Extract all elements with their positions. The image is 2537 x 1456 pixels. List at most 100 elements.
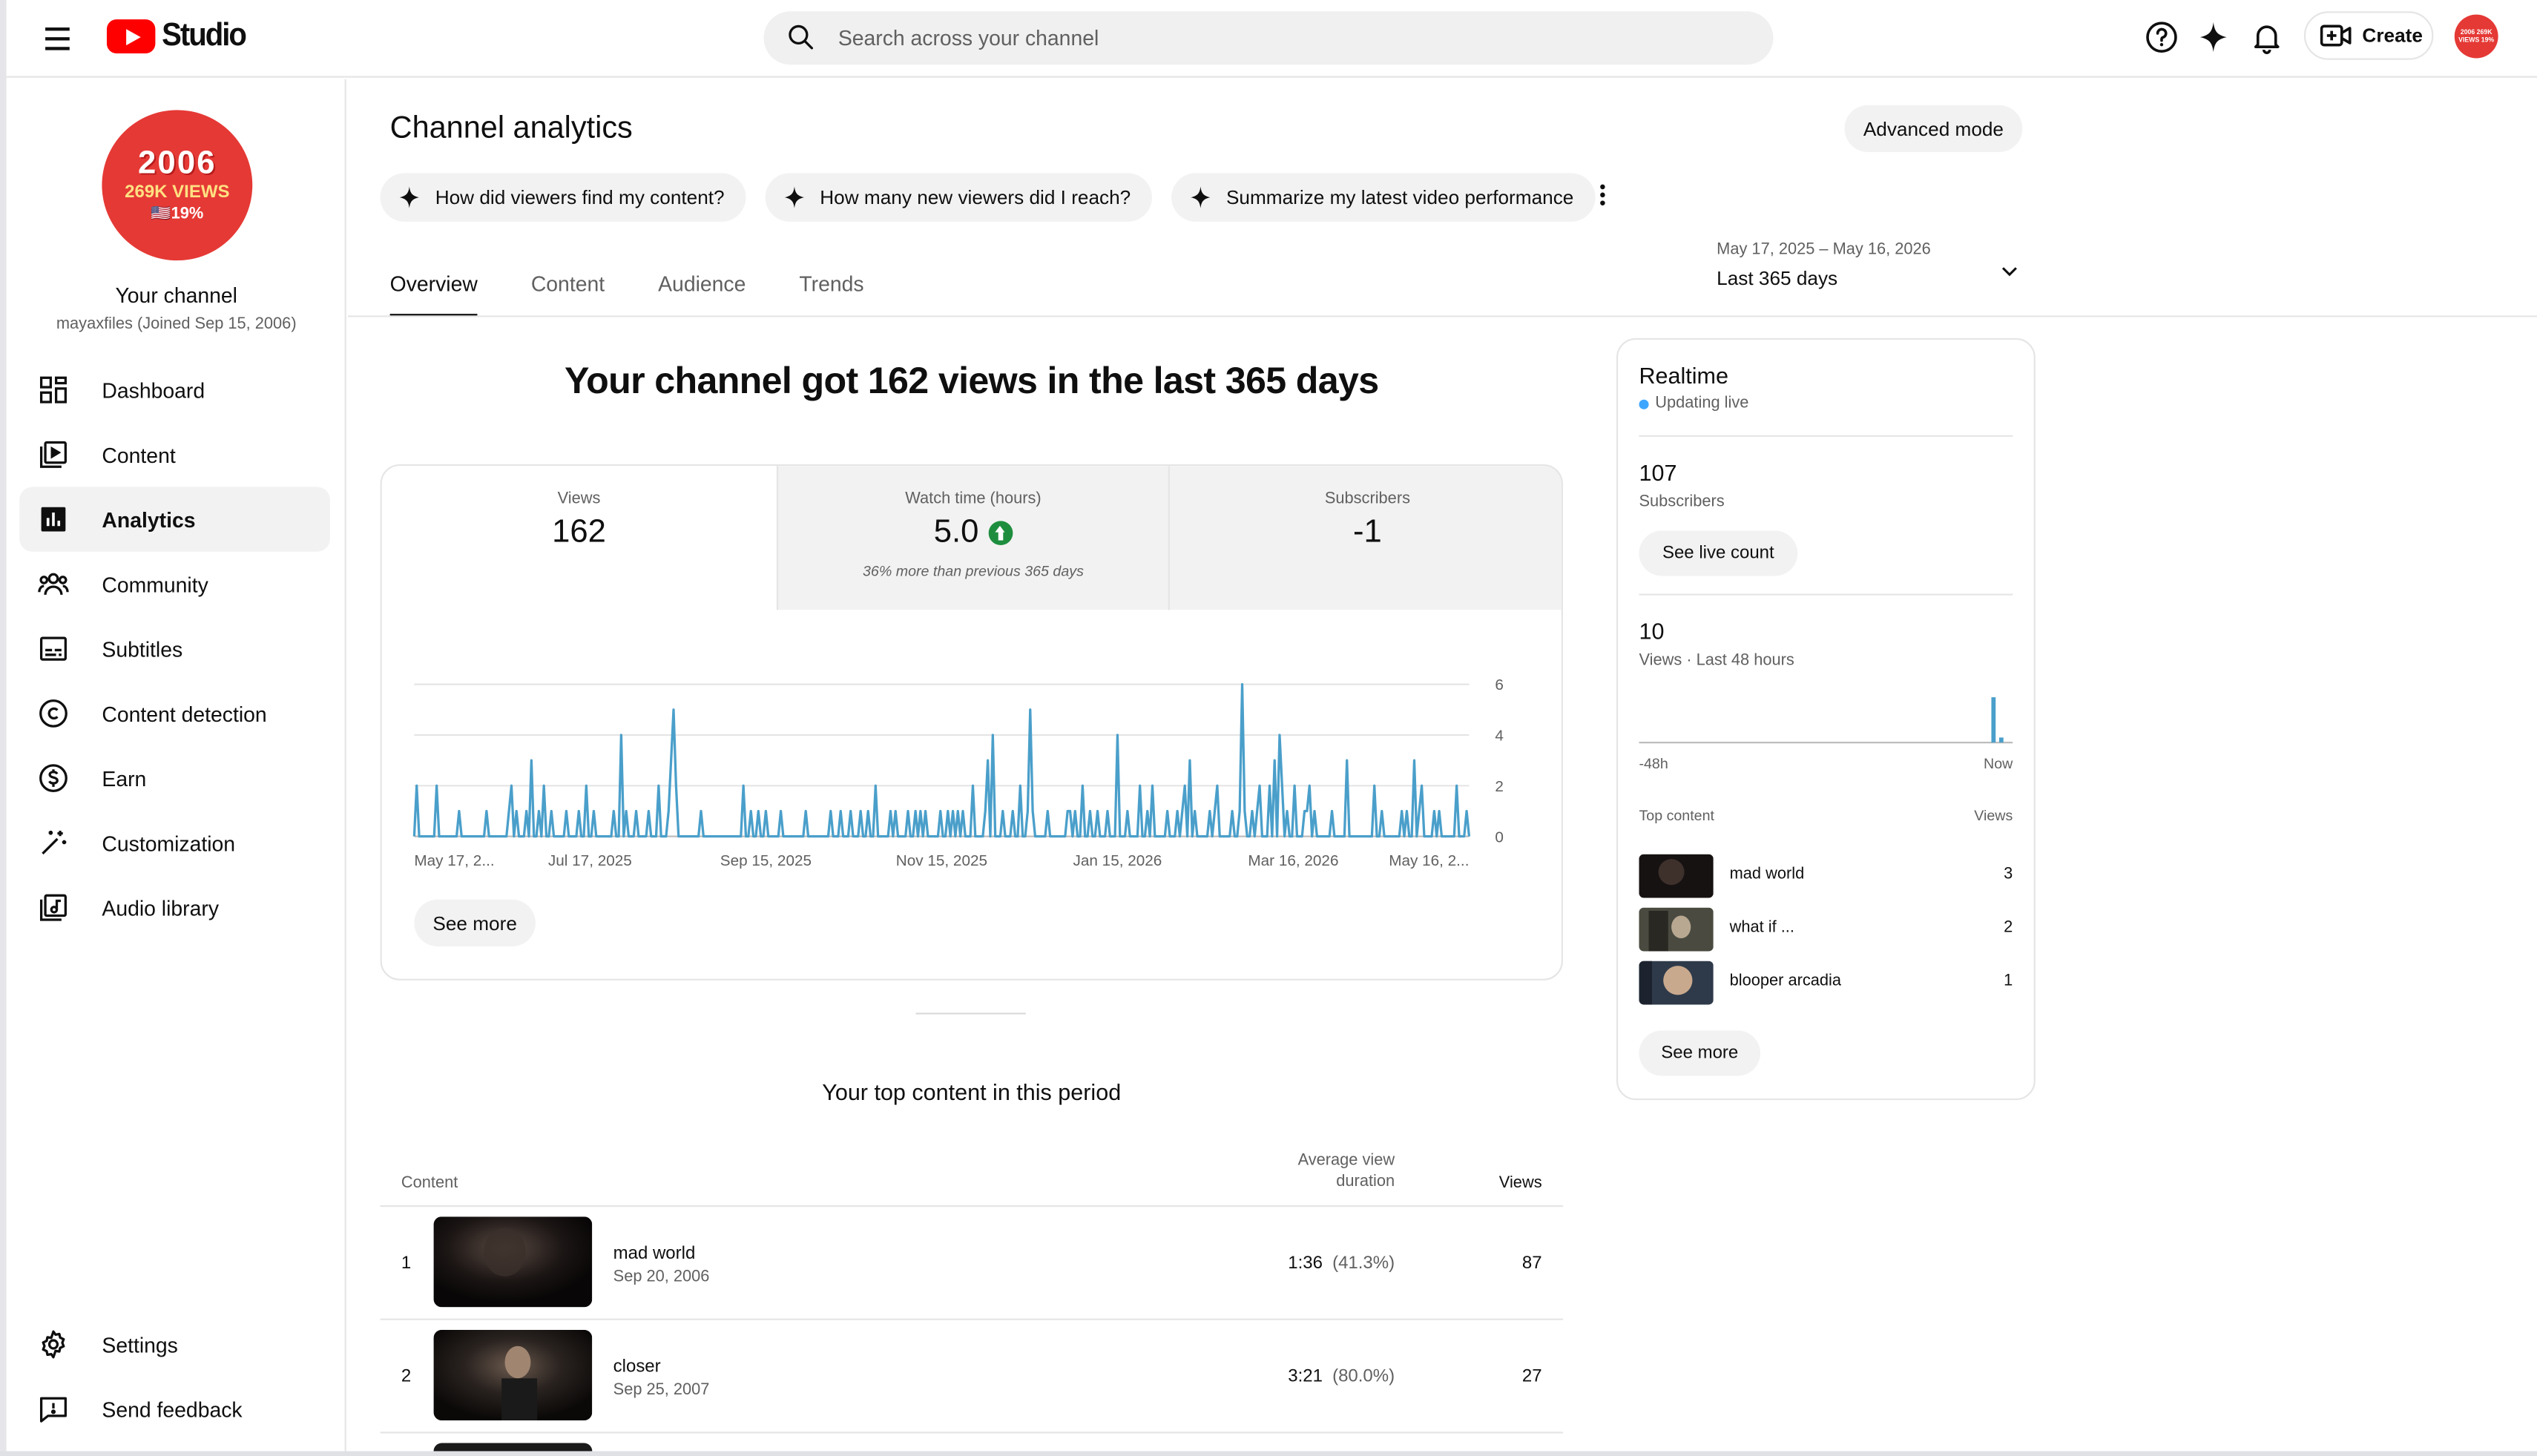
video-title: blooper arcadia — [1729, 972, 1841, 990]
create-label: Create — [2362, 24, 2423, 47]
search-input[interactable] — [838, 11, 1745, 65]
sidebar-item-content-detection[interactable]: Content detection — [19, 681, 330, 745]
metric-views[interactable]: Views 162 — [381, 466, 777, 610]
analytics-icon — [41, 507, 66, 532]
create-button[interactable]: Create — [2303, 11, 2434, 60]
sidebar-item-community[interactable]: Community — [19, 552, 330, 616]
see-live-count-button[interactable]: See live count — [1639, 530, 1798, 576]
sidebar-item-earn[interactable]: Earn — [19, 745, 330, 810]
views-header: Views — [1974, 807, 2013, 824]
video-date: Sep 25, 2007 — [613, 1381, 710, 1400]
realtime-content-item[interactable]: mad world 3 — [1639, 854, 2013, 898]
sidebar-item-dashboard[interactable]: Dashboard — [19, 358, 330, 422]
see-more-button[interactable]: See more — [414, 899, 536, 946]
sparkle-icon[interactable] — [2196, 19, 2231, 55]
create-video-icon — [2320, 24, 2352, 47]
metric-label: Subscribers — [1324, 490, 1411, 508]
chevron-down-icon — [2001, 267, 2017, 277]
realtime-content-item[interactable]: blooper arcadia 1 — [1639, 961, 2013, 1005]
chip-viewers-find[interactable]: How did viewers find my content? — [380, 173, 746, 222]
bell-icon[interactable] — [2249, 19, 2285, 55]
sidebar-item-content[interactable]: Content — [19, 422, 330, 487]
sparkle-icon — [399, 186, 419, 208]
table-row[interactable] — [381, 1433, 1563, 1456]
account-avatar[interactable]: 2006 269K VIEWS 19% — [2454, 14, 2498, 59]
avd-percent: (80.0%) — [1332, 1367, 1395, 1387]
video-title[interactable]: closer — [613, 1357, 661, 1377]
channel-avatar[interactable]: 2006 269K VIEWS 🇺🇸19% — [102, 110, 253, 261]
chip-summarize[interactable]: Summarize my latest video performance — [1171, 173, 1595, 222]
row-rank: 1 — [401, 1254, 412, 1274]
feedback-icon — [39, 1397, 67, 1423]
metric-value-text: -1 — [1353, 514, 1382, 550]
window-frame-bottom — [0, 1451, 2537, 1456]
header-views[interactable]: Views — [1499, 1174, 1542, 1192]
overview-headline: Your channel got 162 views in the last 3… — [565, 359, 1379, 401]
sidebar-item-settings[interactable]: Settings — [19, 1312, 330, 1377]
advanced-mode-button[interactable]: Advanced mode — [1844, 105, 2023, 153]
sidebar-item-label: Dashboard — [102, 378, 205, 403]
sidebar-item-audio-library[interactable]: Audio library — [19, 875, 330, 940]
avatar-text: 2006 269K VIEWS 19% — [2458, 27, 2495, 43]
sidebar-item-label: Community — [102, 572, 208, 596]
divider — [1639, 593, 2013, 596]
realtime-see-more-button[interactable]: See more — [1639, 1030, 1761, 1076]
search-bar[interactable] — [763, 11, 1774, 65]
realtime-status-text: Updating live — [1655, 395, 1749, 413]
tab-trends[interactable]: Trends — [799, 270, 863, 317]
video-thumbnail — [1639, 961, 1714, 1005]
metric-subscribers[interactable]: Subscribers -1 — [1170, 466, 1562, 610]
avatar-line-2: 269K VIEWS — [125, 182, 230, 202]
table-row[interactable]: 1 mad world Sep 20, 2006 1:36 (41.3%) 87 — [380, 1207, 1563, 1320]
metric-value: 5.0 — [934, 515, 1013, 552]
date-range-label: Last 365 days — [1717, 266, 1838, 290]
table-row[interactable]: 2 closer Sep 25, 2007 3:21 (80.0%) 27 — [380, 1320, 1563, 1434]
video-thumbnail[interactable] — [433, 1216, 593, 1308]
search-icon[interactable] — [786, 23, 815, 52]
page-title: Channel analytics — [389, 111, 633, 146]
sidebar-item-subtitles[interactable]: Subtitles — [19, 616, 330, 681]
metric-tabs: Views 162 Watch time (hours) 5.0 36% mor… — [381, 466, 1562, 610]
row-views: 27 — [1521, 1367, 1542, 1387]
sidebar-item-label: Earn — [102, 765, 147, 791]
tab-audience[interactable]: Audience — [658, 270, 746, 317]
realtime-content-item[interactable]: what if ... 2 — [1639, 907, 2013, 952]
sidebar-item-analytics[interactable]: Analytics — [19, 487, 330, 552]
sidebar-item-send-feedback[interactable]: Send feedback — [19, 1377, 330, 1441]
header-avg-view-duration[interactable]: Average view duration — [1266, 1150, 1395, 1193]
tab-content[interactable]: Content — [531, 270, 605, 317]
video-thumbnail — [1639, 854, 1714, 898]
views-chart[interactable]: 0 2 4 6 May 17, 2... Jul 17, 2025 Sep 15, 2025… — [382, 657, 1563, 883]
metric-watch-time[interactable]: Watch time (hours) 5.0 36% more than pre… — [776, 466, 1171, 610]
sidebar-item-customization[interactable]: Customization — [19, 811, 330, 875]
y-tick-label: 0 — [1495, 829, 1504, 846]
date-range-text: May 17, 2025 – May 16, 2026 — [1717, 240, 1931, 259]
studio-app: Studio Create 2006 269K VIEWS 19% 2006 2… — [0, 0, 2537, 1456]
main-content: Channel analytics Advanced mode How did … — [347, 79, 2537, 1456]
video-thumbnail[interactable] — [433, 1329, 593, 1421]
content-icon — [39, 441, 67, 468]
sidebar-item-label: Send feedback — [102, 1397, 243, 1422]
date-range-picker[interactable]: May 17, 2025 – May 16, 2026 Last 365 day… — [1717, 241, 2024, 303]
avatar-line-3: 🇺🇸19% — [151, 205, 204, 223]
chip-new-viewers[interactable]: How many new viewers did I reach? — [765, 173, 1152, 222]
video-views: 1 — [2004, 972, 2013, 990]
tab-overview[interactable]: Overview — [389, 270, 478, 317]
views-line-chart[interactable]: 0 2 4 6 May 17, 2... Jul 17, 2025 Sep 15, 2025… — [382, 657, 1563, 883]
studio-logo[interactable]: Studio — [106, 16, 253, 55]
sidebar-bottom-nav: Settings Send feedback — [19, 1312, 330, 1441]
magic-wand-icon — [42, 831, 67, 855]
video-title: mad world — [1729, 865, 1805, 883]
dashboard-icon — [39, 376, 67, 403]
video-title[interactable]: mad world — [613, 1244, 696, 1263]
sidebar-item-label: Customization — [102, 831, 236, 855]
realtime-bar-chart[interactable] — [1639, 686, 2013, 745]
metric-label: Views — [557, 490, 601, 508]
more-options-icon[interactable] — [1593, 181, 1610, 210]
header-avd-line1: Average view — [1297, 1151, 1395, 1170]
metric-value-text: 5.0 — [933, 514, 979, 550]
menu-icon[interactable] — [39, 19, 77, 58]
help-icon[interactable] — [2144, 19, 2179, 55]
views-series-line — [412, 682, 1471, 838]
video-views: 3 — [2004, 865, 2013, 883]
